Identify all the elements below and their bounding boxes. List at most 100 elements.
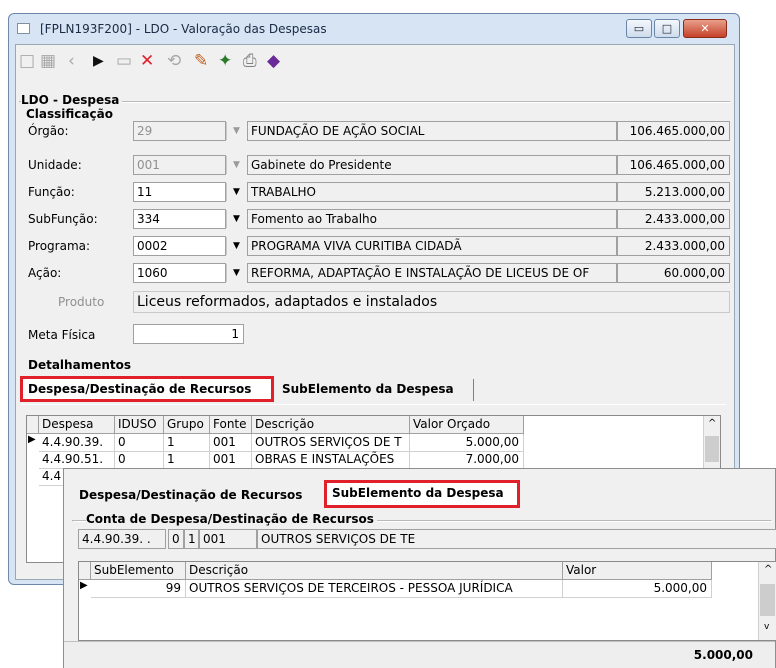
- cell-grupo: 1: [164, 451, 210, 469]
- grid-icon[interactable]: ▦: [40, 51, 56, 71]
- title-bar[interactable]: [FPLN193F200] - LDO - Valoração das Desp…: [9, 14, 739, 44]
- funcao-code[interactable]: 11: [133, 182, 226, 202]
- unidade-dropdown-icon[interactable]: ▼: [226, 156, 246, 174]
- acao-code[interactable]: 1060: [133, 263, 226, 283]
- doc-icon[interactable]: ▭: [116, 51, 132, 71]
- total-value: 5.000,00: [693, 648, 753, 662]
- subelemento-scrollbar[interactable]: ^ v: [758, 562, 776, 640]
- funcao-dropdown-icon[interactable]: ▼: [226, 183, 246, 201]
- current-row-icon: ▶: [28, 434, 36, 445]
- cell-iduso: 0: [115, 434, 164, 452]
- cell-descricao: OUTROS SERVIÇOS DE TERCEIROS - PESSOA JU…: [186, 580, 563, 598]
- orgao-code-value: 29: [137, 124, 153, 138]
- header-descricao[interactable]: Descrição: [252, 416, 410, 434]
- programa-code[interactable]: 0002: [133, 236, 226, 256]
- cell-subelemento: 99: [91, 580, 186, 598]
- scroll-up-icon[interactable]: ^: [708, 418, 716, 429]
- meta-input[interactable]: 1: [133, 324, 244, 344]
- header-fonte[interactable]: Fonte: [210, 416, 252, 434]
- subfuncao-code[interactable]: 334: [133, 209, 226, 229]
- programa-desc: PROGRAMA VIVA CURITIBA CIDADÃ: [247, 236, 617, 256]
- orgao-code[interactable]: 29: [133, 121, 226, 141]
- popup-tab-subelemento-label: SubElemento da Despesa: [332, 486, 504, 500]
- conta-fonte: 001: [199, 529, 257, 549]
- header-valor-orcado[interactable]: Valor Orçado: [410, 416, 524, 434]
- tab-panel-border: [21, 404, 726, 405]
- produto-label: Produto: [58, 295, 105, 309]
- undo-icon[interactable]: ⟲: [167, 51, 181, 71]
- unidade-desc: Gabinete do Presidente: [247, 155, 617, 175]
- header-iduso[interactable]: IDUSO: [115, 416, 164, 434]
- cell-valor: 5.000,00: [410, 434, 524, 452]
- acao-label: Ação:: [28, 266, 62, 280]
- cell-despesa: 4.4.90.51.: [39, 451, 115, 469]
- scroll-thumb[interactable]: [760, 584, 775, 616]
- pencil-icon[interactable]: ✎: [194, 51, 208, 71]
- table-row[interactable]: ▶ 99 OUTROS SERVIÇOS DE TERCEIROS - PESS…: [79, 580, 712, 598]
- conta-b: 1: [184, 529, 199, 549]
- unidade-value: 106.465.000,00: [617, 155, 730, 175]
- acao-dropdown-icon[interactable]: ▼: [226, 264, 246, 282]
- detalhamentos-title: Detalhamentos: [28, 358, 131, 372]
- app-icon: [17, 23, 30, 34]
- cell-fonte: 001: [210, 451, 252, 469]
- play-icon[interactable]: ▶: [93, 51, 104, 71]
- print-icon[interactable]: ⎙: [243, 51, 257, 71]
- subfuncao-label: SubFunção:: [28, 212, 98, 226]
- orgao-dropdown-icon[interactable]: ▼: [226, 122, 246, 140]
- new-icon[interactable]: □: [19, 51, 35, 71]
- cell-descricao: OBRAS E INSTALAÇÕES: [252, 451, 410, 469]
- scroll-thumb[interactable]: [705, 436, 719, 462]
- acao-value: 60.000,00: [617, 263, 730, 283]
- subelemento-panel: Despesa/Destinação de Recursos SubElemen…: [63, 468, 776, 668]
- orgao-label: Órgão:: [28, 124, 69, 138]
- conta-despesa: 4.4.90.39. .: [78, 529, 166, 549]
- scroll-up-icon[interactable]: ^: [764, 564, 772, 575]
- cell-valor: 5.000,00: [563, 580, 712, 598]
- cell-grupo: 1: [164, 434, 210, 452]
- book-icon[interactable]: ◆: [267, 51, 280, 71]
- popup-tab-despesa[interactable]: Despesa/Destinação de Recursos: [79, 488, 302, 502]
- cell-valor: 7.000,00: [410, 451, 524, 469]
- meta-label: Meta Física: [28, 328, 96, 342]
- header-descricao[interactable]: Descrição: [186, 562, 563, 580]
- scroll-down-icon[interactable]: v: [764, 622, 769, 632]
- classification-title: Classificação: [26, 107, 116, 121]
- unidade-code-value: 001: [137, 158, 160, 172]
- tab-despesa[interactable]: Despesa/Destinação de Recursos: [20, 376, 274, 402]
- row-indicator-header: [79, 562, 91, 580]
- programa-label: Programa:: [28, 239, 91, 253]
- row-indicator-header: [27, 416, 39, 434]
- cell-despesa: 4.4.90.39.: [39, 434, 115, 452]
- header-grupo[interactable]: Grupo: [164, 416, 210, 434]
- table-row[interactable]: ▶ 4.4.90.39. 0 1 001 OUTROS SERVIÇOS DE …: [27, 434, 524, 452]
- close-button[interactable]: ✕: [683, 19, 727, 38]
- delete-icon[interactable]: ✕: [140, 51, 154, 71]
- header-despesa[interactable]: Despesa: [39, 416, 115, 434]
- popup-tab-subelemento[interactable]: SubElemento da Despesa: [324, 480, 520, 508]
- funcao-label: Função:: [28, 185, 75, 199]
- unidade-code[interactable]: 001: [133, 155, 226, 175]
- tab-subelemento[interactable]: SubElemento da Despesa: [278, 379, 474, 401]
- section-title: LDO - Despesa: [21, 93, 123, 107]
- back-icon[interactable]: ‹: [68, 51, 75, 71]
- orgao-desc: FUNDAÇÃO DE AÇÃO SOCIAL: [247, 121, 617, 141]
- conta-desc: OUTROS SERVIÇOS DE TE: [257, 529, 776, 549]
- table-row[interactable]: 4.4.90.51. 0 1 001 OBRAS E INSTALAÇÕES 7…: [27, 451, 524, 469]
- subfuncao-dropdown-icon[interactable]: ▼: [226, 210, 246, 228]
- unidade-label: Unidade:: [28, 158, 82, 172]
- programa-dropdown-icon[interactable]: ▼: [226, 237, 246, 255]
- tab-despesa-label: Despesa/Destinação de Recursos: [28, 382, 252, 396]
- subfuncao-value: 2.433.000,00: [617, 209, 730, 229]
- ldo-group-line: [19, 101, 731, 103]
- minimize-button[interactable]: ▭: [626, 19, 652, 38]
- cell-iduso: 0: [115, 451, 164, 469]
- header-subelemento[interactable]: SubElemento: [91, 562, 186, 580]
- acao-desc: REFORMA, ADAPTAÇÃO E INSTALAÇÃO DE LICEU…: [247, 263, 617, 283]
- cell-fonte: 001: [210, 434, 252, 452]
- maximize-button[interactable]: □: [654, 19, 680, 38]
- header-valor[interactable]: Valor: [563, 562, 712, 580]
- exit-icon[interactable]: ✦: [218, 51, 232, 71]
- conta-a: 0: [168, 529, 184, 549]
- programa-value: 2.433.000,00: [617, 236, 730, 256]
